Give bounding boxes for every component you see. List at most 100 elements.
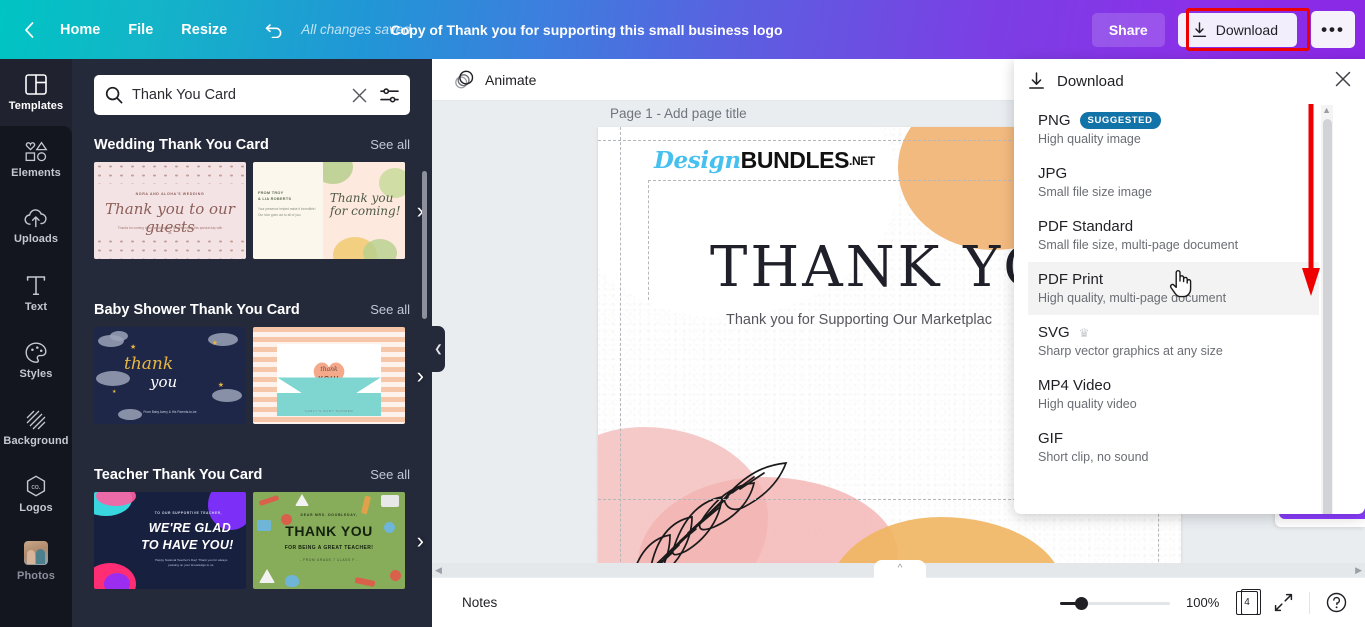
option-desc: Small file size image <box>1038 185 1152 199</box>
dropdown-scrollbar-thumb[interactable] <box>1323 119 1332 514</box>
card-line-1: THANK YOU <box>285 523 373 540</box>
pages-collapse-button[interactable]: ^ <box>874 560 926 579</box>
card-heading: NORA AND ALOHA'S WEDDING <box>135 192 205 196</box>
zoom-slider[interactable] <box>1060 596 1170 610</box>
animate-button[interactable]: Animate <box>444 63 546 96</box>
option-desc: Sharp vector graphics at any size <box>1038 344 1223 358</box>
download-option-gif[interactable]: GIF Short clip, no sound <box>1028 421 1319 474</box>
download-option-pdf-standard[interactable]: PDF Standard Small file size, multi-page… <box>1028 209 1319 262</box>
sidebar-label-elements: Elements <box>11 166 61 179</box>
section-header: Teacher Thank You Card See all <box>94 467 410 483</box>
zoom-knob[interactable] <box>1075 596 1088 610</box>
sidebar-item-templates[interactable]: Templates <box>0 59 72 126</box>
sidebar-item-styles[interactable]: Styles <box>0 327 72 394</box>
download-option-pdf-print[interactable]: PDF Print High quality, multi-page docum… <box>1028 262 1319 315</box>
option-title-row: SVG ♛ <box>1038 324 1309 341</box>
option-title-row: PNG SUGGESTED <box>1038 112 1309 129</box>
sidebar-label-photos: Photos <box>17 570 55 582</box>
styles-icon <box>25 341 47 363</box>
card-heading: TO OUR SUPPORTIVE TEACHER, <box>154 511 222 516</box>
download-option-svg[interactable]: SVG ♛ Sharp vector graphics at any size <box>1028 315 1319 368</box>
guide-left <box>620 127 621 607</box>
card-script: Thank you for coming! <box>329 191 401 218</box>
search-input[interactable] <box>132 87 343 103</box>
template-card[interactable]: thank YOU! CARLY'S BABY SHOWER <box>253 327 405 424</box>
option-title-row: PDF Print <box>1038 271 1309 288</box>
more-options-button[interactable]: ••• <box>1311 11 1355 48</box>
zoom-value: 100% <box>1186 595 1220 610</box>
template-card[interactable]: FROM TROY & LIA ROBERTS Your presence he… <box>253 162 405 259</box>
template-card[interactable]: TO OUR SUPPORTIVE TEACHER, WE'RE GLAD TO… <box>94 492 246 589</box>
option-desc: Short clip, no sound <box>1038 450 1149 464</box>
text-icon <box>26 275 46 295</box>
help-icon <box>1326 592 1347 613</box>
download-button-wrap: Download <box>1177 12 1297 47</box>
carousel-next-icon[interactable]: › <box>417 364 424 387</box>
template-card[interactable]: ★ ★ ★ ★ thank you From Baby Avery & His … <box>94 327 246 424</box>
sidebar-label-styles: Styles <box>19 367 53 380</box>
help-button[interactable] <box>1326 592 1347 613</box>
option-name: PDF Standard <box>1038 218 1134 235</box>
sidebar-item-elements[interactable]: Elements <box>0 126 72 193</box>
resize-button[interactable]: Resize <box>167 15 241 45</box>
download-icon <box>1192 21 1206 37</box>
option-name: GIF <box>1038 430 1063 447</box>
option-desc: High quality image <box>1038 132 1141 146</box>
filter-icon[interactable] <box>380 87 399 104</box>
see-all-link[interactable]: See all <box>370 302 410 317</box>
scroll-right-icon[interactable]: ▶ <box>1355 565 1362 576</box>
canvas-subtitle[interactable]: Thank you for Supporting Our Marketplac <box>726 312 992 328</box>
share-button[interactable]: Share <box>1091 12 1165 47</box>
sidebar-item-logos[interactable]: co. Logos <box>0 461 72 528</box>
close-dropdown-button[interactable] <box>1335 71 1351 92</box>
see-all-link[interactable]: See all <box>370 467 410 482</box>
scroll-up-icon[interactable]: ▲ <box>1322 105 1331 115</box>
sidebar-item-uploads[interactable]: Uploads <box>0 193 72 260</box>
option-name: SVG <box>1038 324 1070 341</box>
expand-icon <box>1274 593 1293 612</box>
carousel-next-icon[interactable]: › <box>417 529 424 552</box>
download-label: Download <box>1215 21 1278 38</box>
notes-button[interactable]: Notes <box>454 589 505 616</box>
card-body: Your presence helped make it incredible!… <box>258 207 316 217</box>
undo-button[interactable] <box>257 13 291 47</box>
bottom-right-controls: 100% 4 <box>1060 588 1365 615</box>
see-all-link[interactable]: See all <box>370 137 410 152</box>
download-icon <box>1029 72 1044 89</box>
leaf-border-top <box>94 162 246 184</box>
card-row: NORA AND ALOHA'S WEDDING Thank you to ou… <box>94 162 424 259</box>
option-title-row: PDF Standard <box>1038 218 1309 235</box>
file-menu[interactable]: File <box>114 15 167 45</box>
download-button[interactable]: Download <box>1177 12 1297 47</box>
collapse-panel-button[interactable]: ❮ <box>432 326 445 372</box>
template-card[interactable]: DEAR MRS. DOUBLEDAY, THANK YOU FOR BEING… <box>253 492 405 589</box>
download-option-png[interactable]: PNG SUGGESTED High quality image <box>1028 103 1319 156</box>
card-left: FROM TROY & LIA ROBERTS Your presence he… <box>253 162 323 259</box>
clear-search-icon[interactable] <box>352 88 367 103</box>
back-button[interactable] <box>12 13 46 47</box>
photos-icon <box>24 541 48 565</box>
option-name: PNG <box>1038 112 1071 129</box>
card-right-art: Thank you for coming! <box>322 162 405 259</box>
card-line-3: - FROM GRADE 7 CLASS F - <box>299 557 359 562</box>
download-option-jpg[interactable]: JPG Small file size image <box>1028 156 1319 209</box>
download-option-mp4[interactable]: MP4 Video High quality video <box>1028 368 1319 421</box>
page-title-label[interactable]: Page 1 - Add page title <box>610 106 747 121</box>
logos-icon: co. <box>26 475 46 497</box>
panel-scrollbar[interactable] <box>422 171 427 319</box>
page-count-button[interactable]: 4 <box>1236 588 1261 615</box>
sidebar-item-photos[interactable]: Photos <box>0 528 72 595</box>
sidebar-item-background[interactable]: Background <box>0 394 72 461</box>
card-line-2: TO HAVE YOU! <box>141 537 234 552</box>
sidebar-item-text[interactable]: Text <box>0 260 72 327</box>
section-header: Wedding Thank You Card See all <box>94 137 410 153</box>
canvas-headline[interactable]: THANK YO <box>710 235 1052 300</box>
section-baby-shower: Baby Shower Thank You Card See all ★ ★ ★… <box>94 302 424 424</box>
home-button[interactable]: Home <box>46 15 114 45</box>
heart-text-top: thank <box>320 365 338 373</box>
template-card[interactable]: NORA AND ALOHA'S WEDDING Thank you to ou… <box>94 162 246 259</box>
fullscreen-button[interactable] <box>1274 593 1293 612</box>
document-title[interactable]: Copy of Thank you for supporting this sm… <box>390 22 782 38</box>
card-body: Happy National Teacher's Day! Thank you … <box>155 557 228 567</box>
scroll-left-icon[interactable]: ◀ <box>435 565 442 576</box>
